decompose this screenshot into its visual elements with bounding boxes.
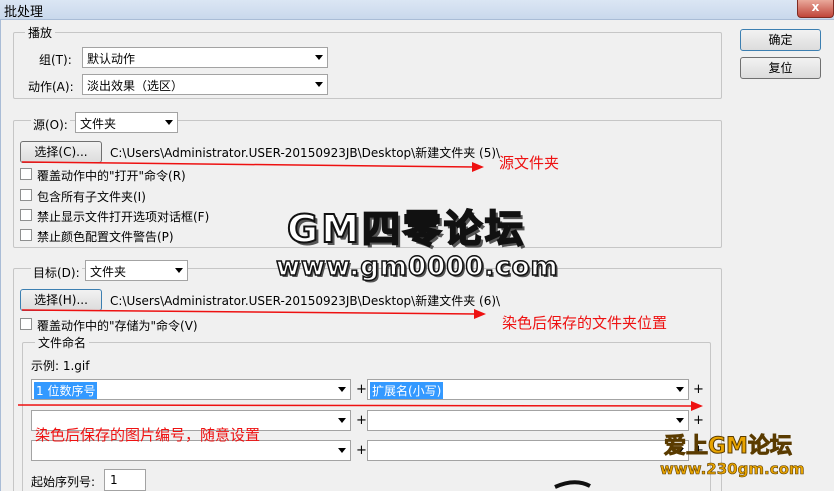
dest-choose-button[interactable]: 选择(H)...	[20, 289, 102, 311]
title-bar: 批处理 x	[0, 0, 834, 20]
override-save-label: 覆盖动作中的"存储为"命令(V)	[37, 319, 198, 333]
watermark-title: GM四零论坛	[286, 206, 527, 252]
plus-sign: +	[356, 382, 367, 397]
dest-label: 目标(D):	[31, 264, 82, 281]
start-serial-input[interactable]: 1	[104, 469, 146, 491]
group-value: 默认动作	[87, 52, 136, 66]
naming-field-1-value: 1 位数序号	[34, 382, 98, 399]
window-title: 批处理	[4, 5, 44, 20]
chevron-down-icon	[315, 82, 323, 87]
close-icon: x	[811, 0, 820, 14]
naming-example: 示例: 1.gif	[31, 359, 90, 373]
action-value: 淡出效果（选区）	[87, 79, 184, 93]
naming-field-6[interactable]	[367, 440, 689, 461]
chevron-down-icon	[338, 387, 346, 392]
source-path: C:\Users\Administrator.USER-20150923JB\D…	[110, 146, 501, 160]
group-select[interactable]: 默认动作	[82, 47, 328, 68]
chevron-down-icon	[165, 120, 173, 125]
group-label: 组(T):	[39, 53, 72, 67]
site-logo: 爱上GM论坛 www.230gm.com	[652, 420, 832, 490]
naming-field-2-value: 扩展名(小写)	[370, 382, 444, 399]
plus-sign: +	[356, 413, 367, 428]
chevron-down-icon	[338, 418, 346, 423]
source-label: 源(O):	[31, 116, 70, 133]
annotation-dest-folder: 染色后保存的文件夹位置	[502, 314, 668, 332]
site-logo-url: www.230gm.com	[660, 460, 805, 479]
play-legend: 播放	[25, 24, 56, 41]
annotation-numbering: 染色后保存的图片编号，随意设置	[35, 426, 261, 444]
plus-sign: +	[693, 382, 704, 397]
suppress-color-warning-label: 禁止颜色配置文件警告(P)	[37, 230, 174, 244]
plus-sign: +	[356, 443, 367, 458]
reset-button[interactable]: 复位	[740, 57, 821, 79]
source-value: 文件夹	[80, 117, 117, 131]
include-subfolders-checkbox[interactable]	[20, 189, 32, 201]
action-select[interactable]: 淡出效果（选区）	[82, 74, 328, 95]
action-label: 动作(A):	[28, 80, 74, 94]
dest-value: 文件夹	[90, 265, 127, 279]
suppress-color-warning-checkbox[interactable]	[20, 229, 32, 241]
include-subfolders-label: 包含所有子文件夹(I)	[37, 190, 146, 204]
start-serial-label: 起始序列号:	[31, 475, 96, 489]
dest-select[interactable]: 文件夹	[85, 260, 188, 281]
source-choose-button[interactable]: 选择(C)...	[20, 141, 102, 163]
chevron-down-icon	[676, 387, 684, 392]
suppress-open-dialog-checkbox[interactable]	[20, 209, 32, 221]
watermark-url: www.gm0000.com	[275, 251, 559, 283]
chevron-down-icon	[175, 268, 183, 273]
annotation-source-folder: 源文件夹	[499, 154, 560, 172]
ok-button[interactable]: 确定	[740, 29, 821, 51]
close-button[interactable]: x	[797, 0, 834, 18]
start-serial-value: 1	[110, 473, 118, 487]
suppress-open-dialog-label: 禁止显示文件打开选项对话框(F)	[37, 210, 210, 224]
naming-legend: 文件命名	[35, 334, 90, 351]
naming-field-1[interactable]: 1 位数序号	[31, 379, 351, 400]
naming-field-4[interactable]	[367, 410, 689, 431]
chevron-down-icon	[315, 55, 323, 60]
override-open-checkbox[interactable]	[20, 168, 32, 180]
dest-path: C:\Users\Administrator.USER-20150923JB\D…	[110, 294, 501, 308]
naming-field-2[interactable]: 扩展名(小写)	[367, 379, 689, 400]
override-open-label: 覆盖动作中的"打开"命令(R)	[37, 169, 186, 183]
site-logo-title: 爱上GM论坛	[664, 434, 793, 460]
source-select[interactable]: 文件夹	[75, 112, 178, 133]
override-save-checkbox[interactable]	[20, 318, 32, 330]
chevron-down-icon	[338, 448, 346, 453]
